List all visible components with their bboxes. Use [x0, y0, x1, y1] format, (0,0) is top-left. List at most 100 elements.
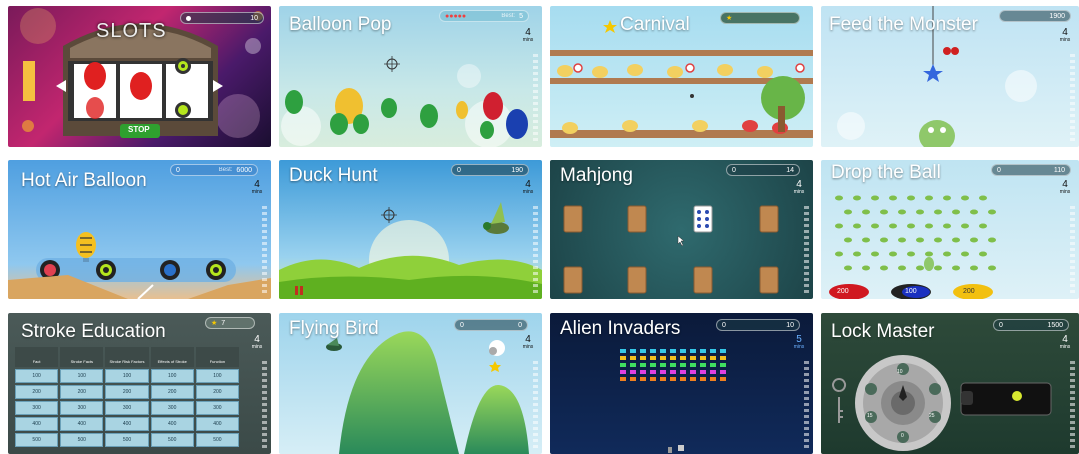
tile-hot-air-balloon[interactable]: Hot Air Balloon 0 Best: 6000 4 mins: [8, 160, 271, 299]
alien: [640, 363, 646, 367]
peg: [916, 209, 924, 215]
drop-the-ball-timer: 4 mins: [1059, 179, 1071, 195]
peg: [943, 223, 951, 229]
tile-balloon-pop[interactable]: Balloon Pop ●●●●● Best: 5 4 mins: [279, 6, 542, 147]
alien-invaders-title: Alien Invaders: [560, 318, 681, 339]
stroke-header-4: Effects of Stroke: [150, 347, 194, 367]
alien: [720, 356, 726, 360]
tile-feed-the-monster[interactable]: Feed the Monster 1900 4 mins: [821, 6, 1079, 147]
stroke-board-cell[interactable]: 200: [150, 385, 194, 399]
stroke-board-cell[interactable]: 400: [105, 417, 149, 431]
stroke-board-cell[interactable]: 300: [150, 401, 194, 415]
stroke-board-cell[interactable]: 500: [60, 433, 104, 447]
hot-air-balloon-title: Hot Air Balloon: [21, 170, 147, 191]
stroke-board-cell[interactable]: 100: [15, 369, 59, 383]
stroke-board-cell[interactable]: 400: [15, 417, 59, 431]
peg: [880, 237, 888, 243]
drop-the-ball-hud: 0 110: [991, 164, 1071, 176]
stroke-board-cell[interactable]: 300: [105, 401, 149, 415]
alien: [710, 356, 716, 360]
tile-stroke-education[interactable]: Stroke Education ★ 7 4 mins Fact Stroke …: [8, 313, 271, 454]
peg: [835, 195, 843, 201]
carnival-star-icon: ★: [726, 15, 733, 22]
stroke-board-cell[interactable]: 400: [60, 417, 104, 431]
peg: [889, 223, 897, 229]
stroke-education-hud: ★ 7: [205, 317, 255, 329]
stroke-header-5: Function: [195, 347, 240, 367]
alien: [660, 363, 666, 367]
stroke-star-icon: ★: [211, 320, 218, 327]
stroke-board-row: 300 300 300 300 300: [15, 401, 240, 415]
alien: [640, 349, 646, 353]
stroke-board-cell[interactable]: 400: [195, 417, 240, 431]
peg: [988, 265, 996, 271]
peg: [916, 265, 924, 271]
tile-alien-invaders[interactable]: Alien Invaders 0 10 5 mins: [550, 313, 813, 454]
flying-bird-title: Flying Bird: [289, 318, 379, 339]
mahjong-timer: 4 mins: [793, 179, 805, 195]
tile-mahjong[interactable]: Mahjong 0 14 4 mins: [550, 160, 813, 299]
peg: [862, 265, 870, 271]
hot-air-balloon-timer: 4 mins: [251, 179, 263, 195]
stroke-board-cell[interactable]: 200: [60, 385, 104, 399]
duck-hunt-progress: [533, 206, 538, 294]
peg: [961, 195, 969, 201]
balloon-pop-hud: ●●●●● Best: 5: [439, 10, 529, 22]
lock-master-progress: [1070, 361, 1075, 451]
tile-flying-bird[interactable]: Flying Bird 0 0 4 mins: [279, 313, 542, 454]
stroke-board-cell[interactable]: 100: [60, 369, 104, 383]
stroke-board-header: Fact Stroke Facts Stroke Risk Factors Ef…: [15, 347, 240, 367]
stroke-board-cell[interactable]: 400: [150, 417, 194, 431]
balloon-pop-timer: 4 mins: [522, 27, 534, 43]
peg: [835, 251, 843, 257]
mahjong-hud: 0 14: [726, 164, 800, 176]
stroke-board-cell[interactable]: 300: [15, 401, 59, 415]
flying-bird-score: 0: [518, 321, 522, 329]
peg: [979, 195, 987, 201]
tile-carnival[interactable]: Carnival ★: [550, 6, 813, 147]
peg: [970, 265, 978, 271]
dial-label-3: 0: [901, 433, 904, 439]
dial-label-4: 15: [867, 413, 873, 419]
alien: [720, 349, 726, 353]
stroke-board-cell[interactable]: 300: [60, 401, 104, 415]
stroke-board-cell[interactable]: 200: [15, 385, 59, 399]
stroke-board-cell[interactable]: 500: [15, 433, 59, 447]
stroke-board-cell[interactable]: 100: [105, 369, 149, 383]
duck-hunt-timer: 4 mins: [522, 179, 534, 195]
peg: [844, 209, 852, 215]
alien: [660, 356, 666, 360]
stroke-board-cell[interactable]: 100: [150, 369, 194, 383]
peg: [889, 195, 897, 201]
peg: [943, 251, 951, 257]
stroke-board-row: 400 400 400 400 400: [15, 417, 240, 431]
slots-title: SLOTS: [96, 20, 167, 42]
alien: [650, 363, 656, 367]
stroke-board-cell[interactable]: 200: [195, 385, 240, 399]
peg: [970, 237, 978, 243]
alien: [620, 363, 626, 367]
stroke-board-cell[interactable]: 300: [195, 401, 240, 415]
tile-lock-master[interactable]: Lock Master 10 25 0 15 0 1500 4 mins: [821, 313, 1079, 454]
balloon-pop-progress: [533, 54, 538, 144]
peg: [853, 223, 861, 229]
feed-monster-hud: 1900: [999, 10, 1071, 22]
slots-hud: 10: [180, 12, 264, 24]
dial-label-2: 25: [929, 413, 935, 419]
tile-slots[interactable]: SLOTS STOP 10: [8, 6, 271, 147]
stroke-board-cell[interactable]: 500: [195, 433, 240, 447]
peg: [916, 237, 924, 243]
tile-duck-hunt[interactable]: Duck Hunt 0 190 4 mins: [279, 160, 542, 299]
stroke-board-cell[interactable]: 200: [105, 385, 149, 399]
duck-hunt-title: Duck Hunt: [289, 165, 378, 186]
stroke-board-cell[interactable]: 500: [105, 433, 149, 447]
peg: [907, 195, 915, 201]
alien: [710, 363, 716, 367]
alien: [680, 377, 686, 381]
alien: [650, 356, 656, 360]
slots-stop-label[interactable]: STOP: [128, 125, 150, 134]
stroke-board-cell[interactable]: 500: [150, 433, 194, 447]
peg: [889, 251, 897, 257]
tile-drop-the-ball[interactable]: Drop the Ball 200 100 200 0 110 4 mins: [821, 160, 1079, 299]
stroke-board-cell[interactable]: 100: [195, 369, 240, 383]
